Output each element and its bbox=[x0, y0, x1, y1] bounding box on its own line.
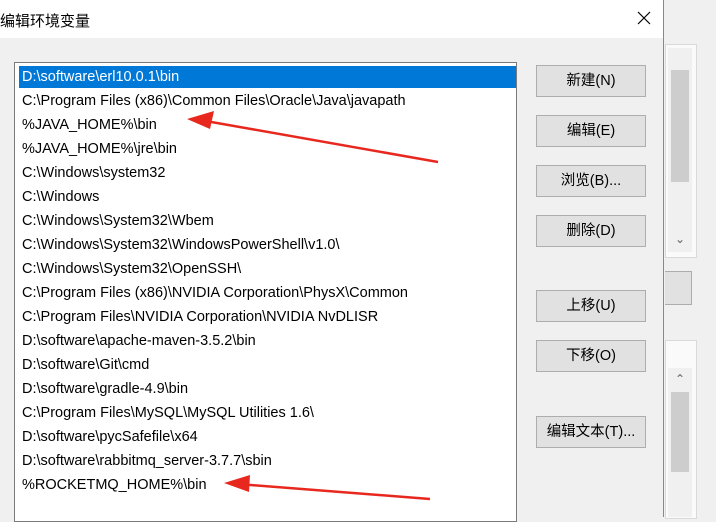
path-list-item[interactable]: C:\Program Files\NVIDIA Corporation\NVID… bbox=[19, 306, 516, 328]
path-list-item[interactable]: C:\Windows bbox=[19, 186, 516, 208]
path-list-item[interactable]: C:\Program Files (x86)\Common Files\Orac… bbox=[19, 90, 516, 112]
background-scroll-down-icon[interactable]: ⌄ bbox=[670, 232, 690, 246]
dialog-titlebar: 编辑环境变量 bbox=[0, 0, 663, 38]
path-list[interactable]: D:\software\erl10.0.1\bin C:\Program File… bbox=[14, 62, 517, 522]
path-list-item[interactable]: D:\software\Git\cmd bbox=[19, 354, 516, 376]
path-list-item[interactable]: D:\software\gradle-4.9\bin bbox=[19, 378, 516, 400]
path-list-item[interactable]: C:\Windows\system32 bbox=[19, 162, 516, 184]
browse-button[interactable]: 浏览(B)... bbox=[536, 165, 646, 197]
path-list-item[interactable]: %JAVA_HOME%\bin bbox=[19, 114, 516, 136]
background-scrollbar-thumb[interactable] bbox=[671, 70, 689, 182]
edit-text-button[interactable]: 编辑文本(T)... bbox=[536, 416, 646, 448]
edit-button[interactable]: 编辑(E) bbox=[536, 115, 646, 147]
background-scrollbar-thumb-2[interactable] bbox=[671, 392, 689, 472]
edit-env-variable-dialog: 编辑环境变量 D:\software\erl10.0.1\bin C:\Progr… bbox=[0, 0, 664, 522]
path-list-item[interactable]: D:\software\pycSafefile\x64 bbox=[19, 426, 516, 448]
move-up-button[interactable]: 上移(U) bbox=[536, 290, 646, 322]
path-list-item[interactable]: C:\Program Files (x86)\NVIDIA Corporatio… bbox=[19, 282, 516, 304]
delete-button[interactable]: 删除(D) bbox=[536, 215, 646, 247]
path-list-item[interactable]: D:\software\erl10.0.1\bin bbox=[19, 66, 516, 88]
path-list-item[interactable]: D:\software\rabbitmq_server-3.7.7\sbin bbox=[19, 450, 516, 472]
path-list-item[interactable]: D:\software\apache-maven-3.5.2\bin bbox=[19, 330, 516, 352]
path-list-item[interactable]: C:\Program Files\MySQL\MySQL Utilities 1… bbox=[19, 402, 516, 424]
path-list-item[interactable]: %JAVA_HOME%\jre\bin bbox=[19, 138, 516, 160]
path-list-item[interactable]: C:\Windows\System32\OpenSSH\ bbox=[19, 258, 516, 280]
background-button[interactable] bbox=[665, 271, 692, 305]
background-scroll-up-icon[interactable]: ⌃ bbox=[670, 372, 690, 386]
move-down-button[interactable]: 下移(O) bbox=[536, 340, 646, 372]
close-icon[interactable] bbox=[632, 6, 656, 30]
path-list-item[interactable]: C:\Windows\System32\WindowsPowerShell\v1… bbox=[19, 234, 516, 256]
new-button[interactable]: 新建(N) bbox=[536, 65, 646, 97]
path-list-item[interactable]: C:\Windows\System32\Wbem bbox=[19, 210, 516, 232]
path-list-item[interactable]: %ROCKETMQ_HOME%\bin bbox=[19, 474, 516, 496]
dialog-title: 编辑环境变量 bbox=[0, 13, 91, 30]
